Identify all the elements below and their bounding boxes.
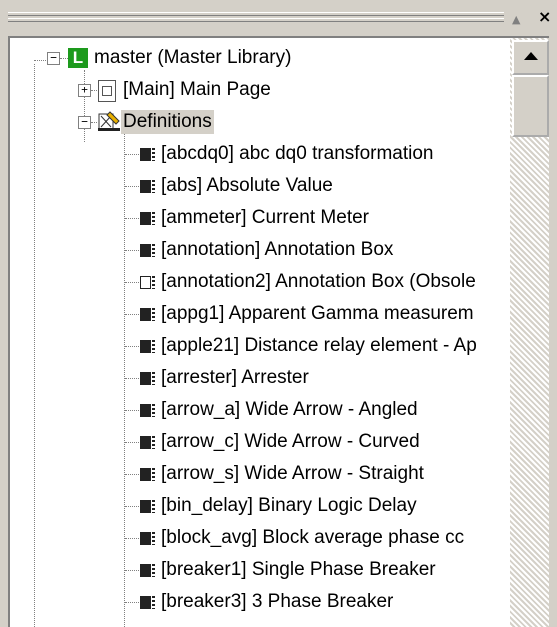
tree-node-label: [apple21] Distance relay element - Ap (161, 335, 477, 356)
list-item[interactable]: [ammeter] Current Meter (10, 202, 510, 234)
list-item[interactable]: [annotation] Annotation Box (10, 234, 510, 266)
list-item[interactable]: [breaker1] Single Phase Breaker (10, 554, 510, 586)
tree-node-label: master (Master Library) (94, 47, 292, 68)
tree-node-label: [block_avg] Block average phase cc (161, 527, 465, 548)
vertical-scrollbar[interactable] (510, 36, 549, 627)
tree-node-label: [abcdq0] abc dq0 transformation (161, 143, 434, 164)
component-icon (140, 212, 151, 225)
collapse-toggle[interactable]: − (78, 116, 91, 129)
component-icon (140, 180, 151, 193)
component-pins-icon (152, 308, 155, 321)
component-icon (140, 276, 151, 289)
page-icon (98, 80, 116, 102)
list-item[interactable]: [appg1] Apparent Gamma measurem (10, 298, 510, 330)
component-pins-icon (152, 468, 155, 481)
list-item[interactable]: [block_avg] Block average phase cc (10, 522, 510, 554)
tree-node-label: [bin_delay] Binary Logic Delay (161, 495, 417, 516)
tree-node-label: [ammeter] Current Meter (161, 207, 369, 228)
component-pins-icon (152, 596, 155, 609)
tree-node-label: [appg1] Apparent Gamma measurem (161, 303, 474, 324)
expand-toggle[interactable]: + (78, 84, 91, 97)
tree-node-label: [arrow_s] Wide Arrow - Straight (161, 463, 424, 484)
list-item[interactable]: [abcdq0] abc dq0 transformation (10, 138, 510, 170)
component-pins-icon (152, 244, 155, 257)
collapse-up-icon[interactable]: ▲ (512, 12, 520, 28)
component-icon (140, 500, 151, 513)
list-item[interactable]: [bin_delay] Binary Logic Delay (10, 490, 510, 522)
list-item[interactable]: [arrester] Arrester (10, 362, 510, 394)
tree-node-label: [breaker3] 3 Phase Breaker (161, 591, 394, 612)
library-tree[interactable]: − L master (Master Library) + [Main] Mai… (8, 36, 512, 627)
tree-node-root[interactable]: − L master (Master Library) (10, 42, 510, 74)
list-item[interactable]: [arrow_c] Wide Arrow - Curved (10, 426, 510, 458)
component-pins-icon (152, 436, 155, 449)
list-item[interactable]: [arrow_s] Wide Arrow - Straight (10, 458, 510, 490)
panel-title-bar[interactable]: ▲ × (0, 0, 557, 36)
component-icon (140, 532, 151, 545)
list-item[interactable]: [abs] Absolute Value (10, 170, 510, 202)
tree-node-label: [annotation2] Annotation Box (Obsole (161, 271, 476, 292)
tree-node-definitions[interactable]: − Definitions (10, 106, 510, 138)
component-pins-icon (152, 148, 155, 161)
component-pins-icon (152, 564, 155, 577)
tree-node-label: [arrow_a] Wide Arrow - Angled (161, 399, 418, 420)
component-pins-icon (152, 340, 155, 353)
drag-grip[interactable] (8, 12, 504, 24)
scroll-up-button[interactable] (512, 40, 549, 75)
component-pins-icon (152, 532, 155, 545)
definitions-icon (98, 111, 120, 131)
list-item[interactable]: [annotation2] Annotation Box (Obsole (10, 266, 510, 298)
scroll-thumb[interactable] (512, 75, 549, 137)
tree-node-label: [breaker1] Single Phase Breaker (161, 559, 436, 580)
tree-node-label: [Main] Main Page (123, 79, 271, 100)
tree-node-label: [abs] Absolute Value (161, 175, 333, 196)
panel-edge (549, 36, 557, 625)
component-pins-icon (152, 372, 155, 385)
library-icon: L (68, 48, 88, 68)
tree-node-label: [arrester] Arrester (161, 367, 309, 388)
list-item[interactable]: [breaker3] 3 Phase Breaker (10, 586, 510, 618)
component-icon (140, 308, 151, 321)
component-icon (140, 148, 151, 161)
component-pins-icon (152, 500, 155, 513)
component-icon (140, 436, 151, 449)
component-pins-icon (152, 212, 155, 225)
tree-node-main-page[interactable]: + [Main] Main Page (10, 74, 510, 106)
component-icon (140, 404, 151, 417)
component-icon (140, 468, 151, 481)
list-item[interactable]: [arrow_a] Wide Arrow - Angled (10, 394, 510, 426)
component-icon (140, 372, 151, 385)
collapse-toggle[interactable]: − (47, 52, 60, 65)
component-icon (140, 340, 151, 353)
list-item[interactable]: [apple21] Distance relay element - Ap (10, 330, 510, 362)
arrow-up-icon (524, 52, 538, 60)
component-pins-icon (152, 180, 155, 193)
component-pins-icon (152, 404, 155, 417)
component-pins-icon (152, 276, 155, 289)
component-icon (140, 244, 151, 257)
component-icon (140, 596, 151, 609)
tree-node-label: [arrow_c] Wide Arrow - Curved (161, 431, 420, 452)
tree-node-label: Definitions (121, 110, 214, 134)
component-icon (140, 564, 151, 577)
close-icon[interactable]: × (538, 9, 551, 25)
tree-node-label: [annotation] Annotation Box (161, 239, 394, 260)
